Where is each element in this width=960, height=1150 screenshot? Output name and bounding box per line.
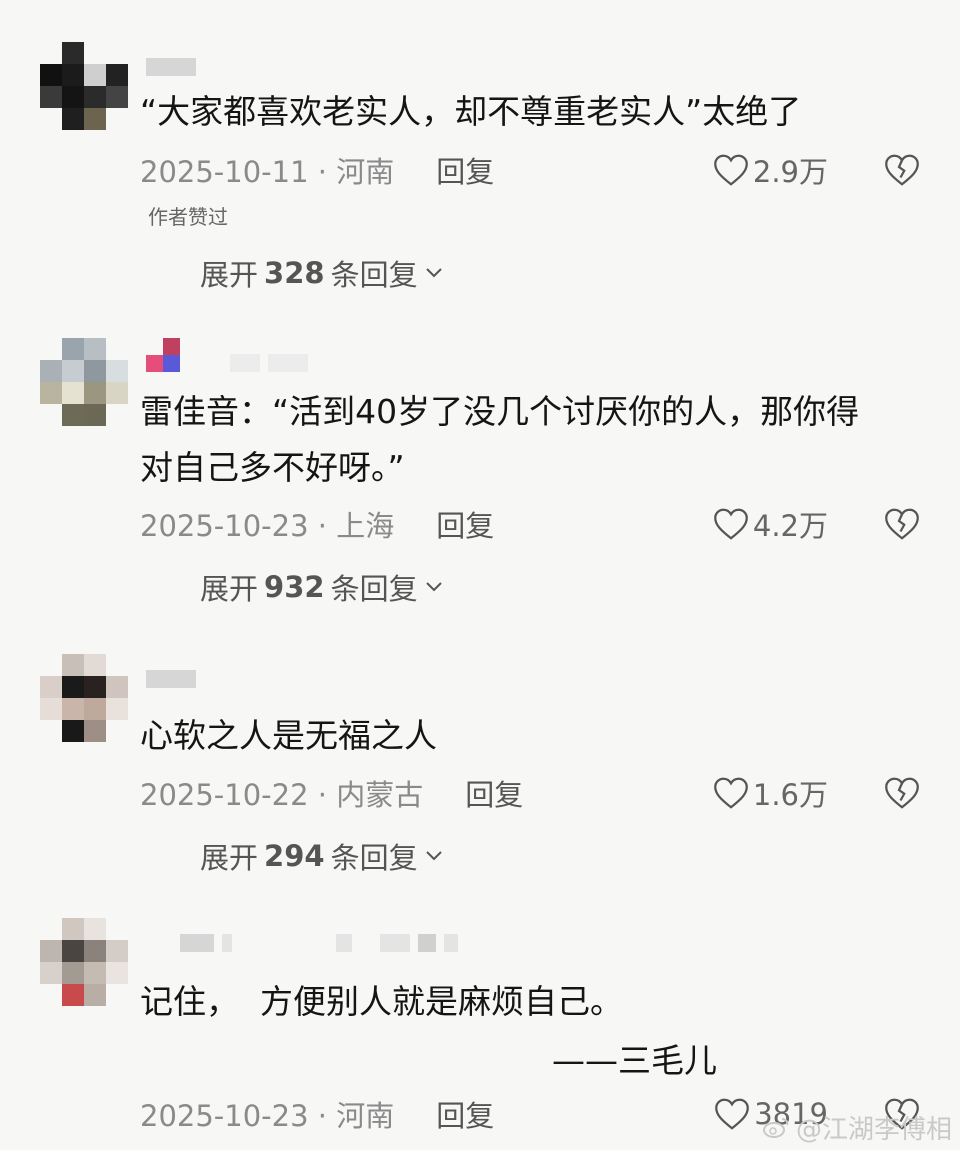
username-blurred[interactable] (180, 934, 458, 952)
expand-suffix: 条回复 (330, 572, 418, 606)
reply-button[interactable]: 回复 (436, 503, 494, 545)
comment-date-location: 2025-10-22 · 内蒙古 (140, 778, 424, 812)
user-badge-icon (146, 338, 180, 372)
watermark: @江湖李傅相 (762, 1109, 952, 1146)
avatar[interactable] (40, 918, 128, 1006)
reply-button[interactable]: 回复 (465, 772, 523, 814)
reply-button[interactable]: 回复 (436, 149, 494, 191)
like-button[interactable]: 4.2万 (713, 503, 828, 545)
dislike-button[interactable] (884, 776, 920, 810)
expand-label: 展开 (200, 572, 259, 606)
expand-suffix: 条回复 (330, 258, 418, 292)
comment-date-location: 2025-10-11 · 河南 (140, 155, 395, 189)
reply-count: 294 (264, 839, 325, 873)
like-count: 1.6万 (752, 778, 828, 812)
avatar[interactable] (40, 42, 128, 130)
author-liked-badge: 作者赞过 (148, 205, 228, 229)
username-blurred[interactable] (146, 670, 196, 688)
username-blurred[interactable] (230, 354, 308, 372)
comment-meta: 2025-10-23 · 上海 回复 4.2万 (140, 504, 930, 544)
heart-outline-icon (713, 508, 748, 540)
weibo-logo-icon (762, 1117, 789, 1138)
broken-heart-icon (885, 154, 919, 186)
chevron-down-icon (425, 851, 442, 861)
reply-count: 932 (264, 570, 325, 604)
watermark-text: @江湖李傅相 (795, 1115, 952, 1145)
avatar[interactable] (40, 654, 128, 742)
comment-date-location: 2025-10-23 · 河南 (140, 1099, 395, 1133)
expand-replies-button[interactable]: 展开 932 条回复 (200, 566, 444, 608)
chevron-down-icon (425, 582, 442, 592)
heart-outline-icon (715, 1098, 750, 1130)
chevron-down-icon (425, 268, 442, 278)
quote-source: ——三毛儿 (552, 1041, 717, 1080)
heart-outline-icon (713, 154, 748, 186)
comment-meta: 2025-10-22 · 内蒙古 回复 1.6万 (140, 773, 930, 813)
expand-replies-button[interactable]: 展开 294 条回复 (200, 835, 444, 877)
avatar[interactable] (40, 338, 128, 426)
like-button[interactable]: 2.9万 (713, 149, 828, 191)
username-blurred[interactable] (146, 58, 196, 76)
reply-button[interactable]: 回复 (436, 1093, 494, 1135)
heart-outline-icon (713, 777, 748, 809)
broken-heart-icon (885, 508, 919, 540)
like-count: 4.2万 (752, 509, 828, 543)
expand-replies-button[interactable]: 展开 328 条回复 (200, 252, 444, 294)
comment-text: 心软之人是无福之人 (140, 716, 437, 755)
comment-text: 雷佳音：“活到40岁了没几个讨厌你的人，那你得 对自己多不好呀。” (140, 392, 860, 487)
comment-text: “大家都喜欢老实人，却不尊重老实人”太绝了 (140, 92, 802, 131)
broken-heart-icon (885, 777, 919, 809)
dislike-button[interactable] (884, 507, 920, 541)
like-button[interactable]: 1.6万 (713, 772, 828, 814)
comment-text: 记住， 方便别人就是麻烦自己。 (140, 982, 623, 1021)
dislike-button[interactable] (884, 153, 920, 187)
like-count: 2.9万 (752, 155, 828, 189)
expand-label: 展开 (200, 258, 259, 292)
reply-count: 328 (264, 256, 325, 290)
expand-label: 展开 (200, 841, 259, 875)
expand-suffix: 条回复 (330, 841, 418, 875)
comment-date-location: 2025-10-23 · 上海 (140, 509, 395, 543)
comment-meta: 2025-10-11 · 河南 回复 2.9万 (140, 150, 930, 190)
